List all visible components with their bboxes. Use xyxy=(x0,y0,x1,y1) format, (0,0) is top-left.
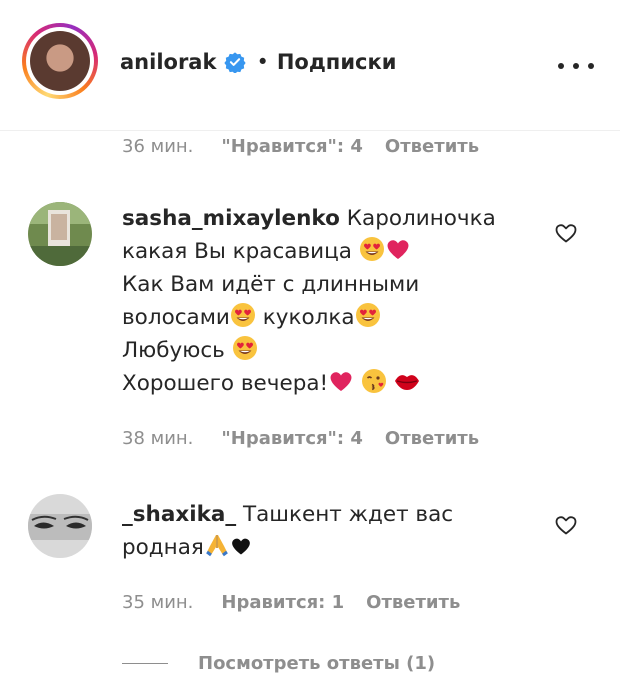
comment-time: 36 мин. xyxy=(122,136,194,157)
comment-line: Любуюсь xyxy=(122,338,225,363)
comment-line: куколка xyxy=(262,305,355,330)
reply-button[interactable]: Ответить xyxy=(385,428,479,449)
comment-likes[interactable]: "Нравится": 4 xyxy=(221,428,363,449)
comment-line: волосами xyxy=(122,305,230,330)
comment-likes[interactable]: Нравится: 1 xyxy=(221,592,344,613)
commenter-avatar[interactable] xyxy=(28,202,92,266)
post-header: anilorak • Подписки xyxy=(0,0,620,131)
more-options-icon[interactable] xyxy=(558,56,594,76)
comment-username[interactable]: sasha_mixaylenko xyxy=(122,206,340,231)
commenter-avatar[interactable] xyxy=(28,494,92,558)
story-ring-avatar[interactable] xyxy=(22,23,98,99)
folded-hands-emoji-icon xyxy=(204,532,230,558)
comment-line: Ташкент ждет вас xyxy=(243,502,454,527)
red-heart-emoji-icon xyxy=(328,368,354,394)
comment-body: _shaxika_ Ташкент ждет вас родная xyxy=(122,498,542,564)
heart-eyes-emoji-icon xyxy=(232,335,258,361)
header-username-row: anilorak • Подписки xyxy=(120,48,396,76)
lips-emoji-icon xyxy=(394,368,420,394)
avatar-photo xyxy=(30,31,90,91)
view-replies-button[interactable]: Посмотреть ответы (1) xyxy=(122,653,435,674)
comment-line: Каролиночка xyxy=(346,206,496,231)
comment-likes[interactable]: "Нравится": 4 xyxy=(221,136,363,157)
replies-divider-line xyxy=(122,663,168,664)
comment-meta: 38 мин. "Нравится": 4 Ответить xyxy=(122,428,479,449)
red-heart-emoji-icon xyxy=(385,236,411,262)
header-username[interactable]: anilorak xyxy=(120,50,216,74)
comment-username[interactable]: _shaxika_ xyxy=(122,502,236,527)
verified-badge-icon xyxy=(224,52,247,73)
comment-meta: 36 мин. "Нравится": 4 Ответить xyxy=(122,136,479,157)
reply-button[interactable]: Ответить xyxy=(366,592,460,613)
view-replies-label[interactable]: Посмотреть ответы (1) xyxy=(198,653,435,674)
following-button[interactable]: Подписки xyxy=(277,50,397,74)
comment-time: 35 мин. xyxy=(122,592,194,613)
reply-button[interactable]: Ответить xyxy=(385,136,479,157)
like-heart-icon[interactable] xyxy=(554,221,578,245)
kissing-face-emoji-icon xyxy=(361,368,387,394)
comment-line: какая Вы красавица xyxy=(122,239,352,264)
heart-eyes-emoji-icon xyxy=(359,236,385,262)
heart-eyes-emoji-icon xyxy=(355,302,381,328)
comment-line: Хорошего вечера! xyxy=(122,371,329,396)
comment-body: sasha_mixaylenko Каролиночка какая Вы кр… xyxy=(122,202,542,400)
black-heart-emoji-icon xyxy=(230,535,252,557)
header-separator: • xyxy=(256,50,269,74)
comment-time: 38 мин. xyxy=(122,428,194,449)
comment-line: родная xyxy=(122,535,204,560)
comment-line: Как Вам идёт с длинными xyxy=(122,272,420,297)
comment-meta: 35 мин. Нравится: 1 Ответить xyxy=(122,592,460,613)
like-heart-icon[interactable] xyxy=(554,513,578,537)
heart-eyes-emoji-icon xyxy=(230,302,256,328)
